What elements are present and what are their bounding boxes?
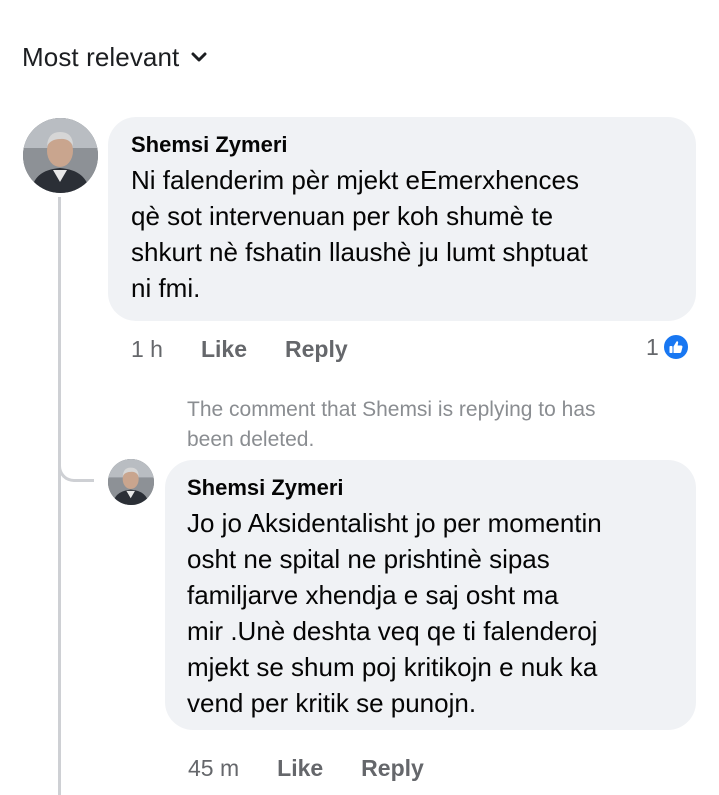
sort-label: Most relevant [22, 42, 180, 72]
reaction-summary[interactable]: 1 [646, 333, 690, 361]
avatar[interactable] [108, 459, 154, 505]
chevron-down-icon [191, 50, 207, 68]
reply-bubble: Shemsi Zymeri Jo jo Aksidentalisht jo pe… [165, 460, 696, 730]
like-button[interactable]: Like [201, 336, 247, 363]
deleted-comment-notice: The comment that Shemsi is replying to h… [187, 398, 596, 451]
reply-text: Jo jo Aksidentalisht jo per momentin osh… [187, 508, 602, 718]
reply-author[interactable]: Shemsi Zymeri [187, 474, 674, 502]
thread-connector [58, 440, 94, 482]
thumbs-up-icon [661, 333, 690, 361]
comment-author[interactable]: Shemsi Zymeri [131, 131, 672, 159]
comment-timestamp[interactable]: 1 h [131, 336, 163, 363]
thread-line [58, 197, 61, 795]
avatar[interactable] [23, 118, 98, 193]
sort-dropdown[interactable]: Most relevant [22, 42, 207, 73]
comment-bubble: Shemsi Zymeri Ni falenderim pèr mjekt eE… [108, 117, 696, 321]
reply-button[interactable]: Reply [285, 336, 348, 363]
comment-text: Ni falenderim pèr mjekt eEmerxhences qè … [131, 165, 588, 303]
reply-timestamp[interactable]: 45 m [188, 755, 239, 782]
reply-actions: 45 m Like Reply [188, 755, 462, 782]
comment-actions: 1 h Like Reply [131, 336, 386, 363]
reply-button[interactable]: Reply [361, 755, 424, 782]
reaction-count: 1 [646, 333, 659, 360]
like-button[interactable]: Like [277, 755, 323, 782]
